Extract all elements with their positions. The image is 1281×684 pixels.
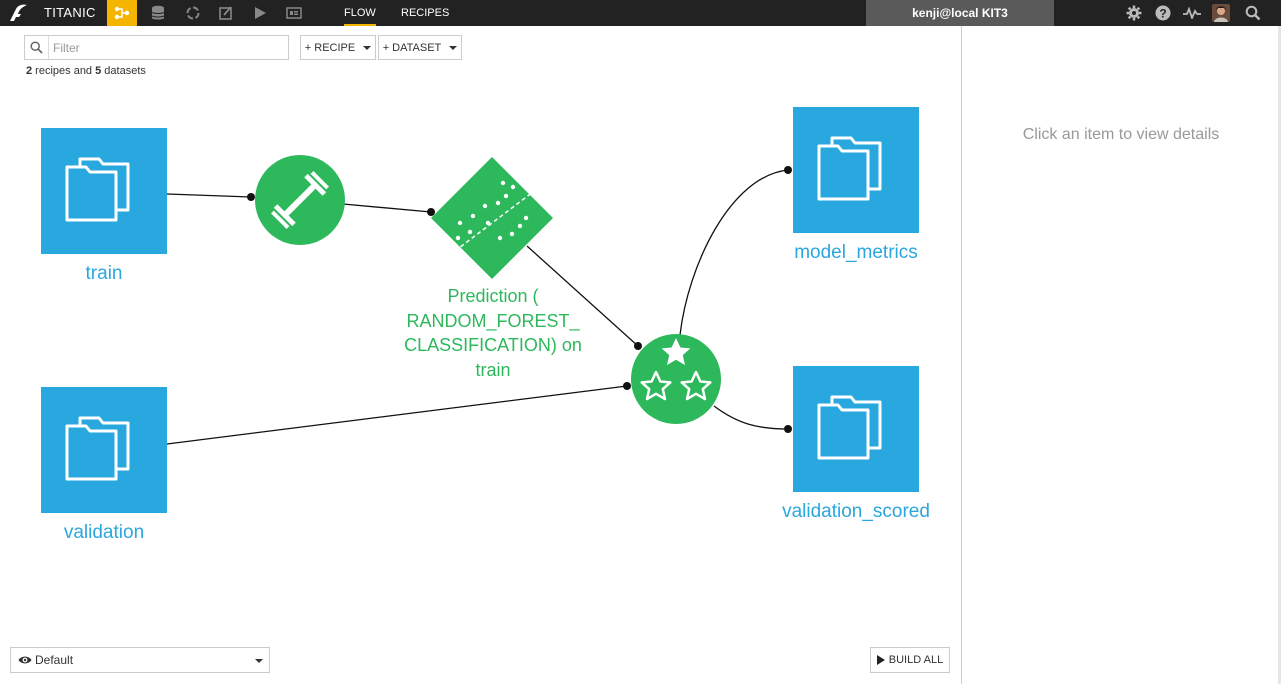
chevron-down-icon: [449, 45, 458, 50]
edge-train-recipe-to-model: [342, 203, 432, 213]
add-dataset-label: + DATASET: [382, 41, 442, 54]
recipes-cycle-icon[interactable]: [178, 0, 208, 26]
dataset-validation[interactable]: [41, 387, 167, 513]
edge-train-to-train-recipe: [166, 193, 252, 198]
saved-model-prediction[interactable]: [431, 157, 553, 279]
filter-input[interactable]: [53, 36, 283, 59]
view-select[interactable]: Default: [10, 647, 270, 673]
dashboard-icon[interactable]: [279, 0, 309, 26]
svg-text:?: ?: [1159, 6, 1166, 20]
edge-endpoint: [784, 166, 792, 174]
add-dataset-button[interactable]: + DATASET: [378, 35, 462, 60]
flow-summary: 2 recipes and 5 datasets: [26, 65, 146, 77]
folder-icon: [817, 395, 882, 460]
recipes-text: recipes and: [32, 65, 96, 77]
model-label[interactable]: Prediction ( RANDOM_FOREST_ CLASSIFICATI…: [402, 284, 584, 382]
folder-icon: [817, 136, 882, 201]
search-icon[interactable]: [1240, 0, 1266, 26]
add-recipe-button[interactable]: + RECIPE: [300, 35, 376, 60]
dataset-label-train[interactable]: train: [41, 263, 167, 285]
jobs-play-icon[interactable]: [245, 0, 275, 26]
dataset-validation-scored[interactable]: [793, 366, 919, 492]
tab-flow[interactable]: FLOW: [344, 0, 376, 26]
edge-endpoint: [623, 382, 631, 390]
user-instance-label[interactable]: kenji@local KIT3: [866, 0, 1054, 26]
avatar[interactable]: [1208, 0, 1234, 26]
project-name[interactable]: TITANIC: [44, 0, 96, 26]
edge-validation-to-score: [166, 385, 628, 445]
datasets-text: datasets: [101, 65, 146, 77]
notebook-icon[interactable]: [211, 0, 241, 26]
filter-box: [24, 35, 289, 60]
add-recipe-label: + RECIPE: [304, 41, 356, 54]
search-icon: [25, 36, 49, 59]
details-panel: Click an item to view details: [961, 26, 1281, 684]
dataiku-logo-icon[interactable]: [4, 0, 32, 26]
dataset-model-metrics[interactable]: [793, 107, 919, 233]
folder-icon: [65, 157, 130, 222]
edge-endpoint: [784, 425, 792, 433]
edge-endpoint: [427, 208, 435, 216]
details-hint: Click an item to view details: [1022, 126, 1220, 143]
dataset-train[interactable]: [41, 128, 167, 254]
folder-icon: [65, 416, 130, 481]
top-navigation-bar: TITANIC FLOW RECIPES kenji@local KIT3 ?: [0, 0, 1281, 26]
activity-icon[interactable]: [1179, 0, 1205, 26]
flow-icon[interactable]: [107, 0, 137, 26]
model-diamond: [431, 157, 553, 279]
edge-score-to-validation-scored: [713, 405, 789, 430]
edge-endpoint: [634, 342, 642, 350]
dataset-label-validation[interactable]: validation: [30, 522, 178, 544]
dataset-label-validation-scored[interactable]: validation_scored: [760, 501, 952, 523]
datasets-icon[interactable]: [143, 0, 173, 26]
gear-icon[interactable]: [1121, 0, 1147, 26]
eye-icon: [18, 656, 32, 664]
help-icon[interactable]: ?: [1150, 0, 1176, 26]
view-select-value: Default: [35, 653, 74, 667]
build-all-button[interactable]: BUILD ALL: [870, 647, 950, 673]
recipe-score[interactable]: [631, 334, 721, 424]
edge-endpoint: [247, 193, 255, 201]
dataset-label-model-metrics[interactable]: model_metrics: [770, 242, 942, 264]
chevron-down-icon: [255, 659, 263, 663]
flow-canvas[interactable]: + RECIPE + DATASET 2 recipes and 5 datas…: [0, 26, 961, 684]
play-icon: [876, 655, 885, 665]
recipe-train[interactable]: [255, 155, 345, 245]
tab-recipes[interactable]: RECIPES: [401, 0, 449, 26]
build-all-label: BUILD ALL: [888, 654, 944, 666]
chevron-down-icon: [363, 45, 372, 50]
